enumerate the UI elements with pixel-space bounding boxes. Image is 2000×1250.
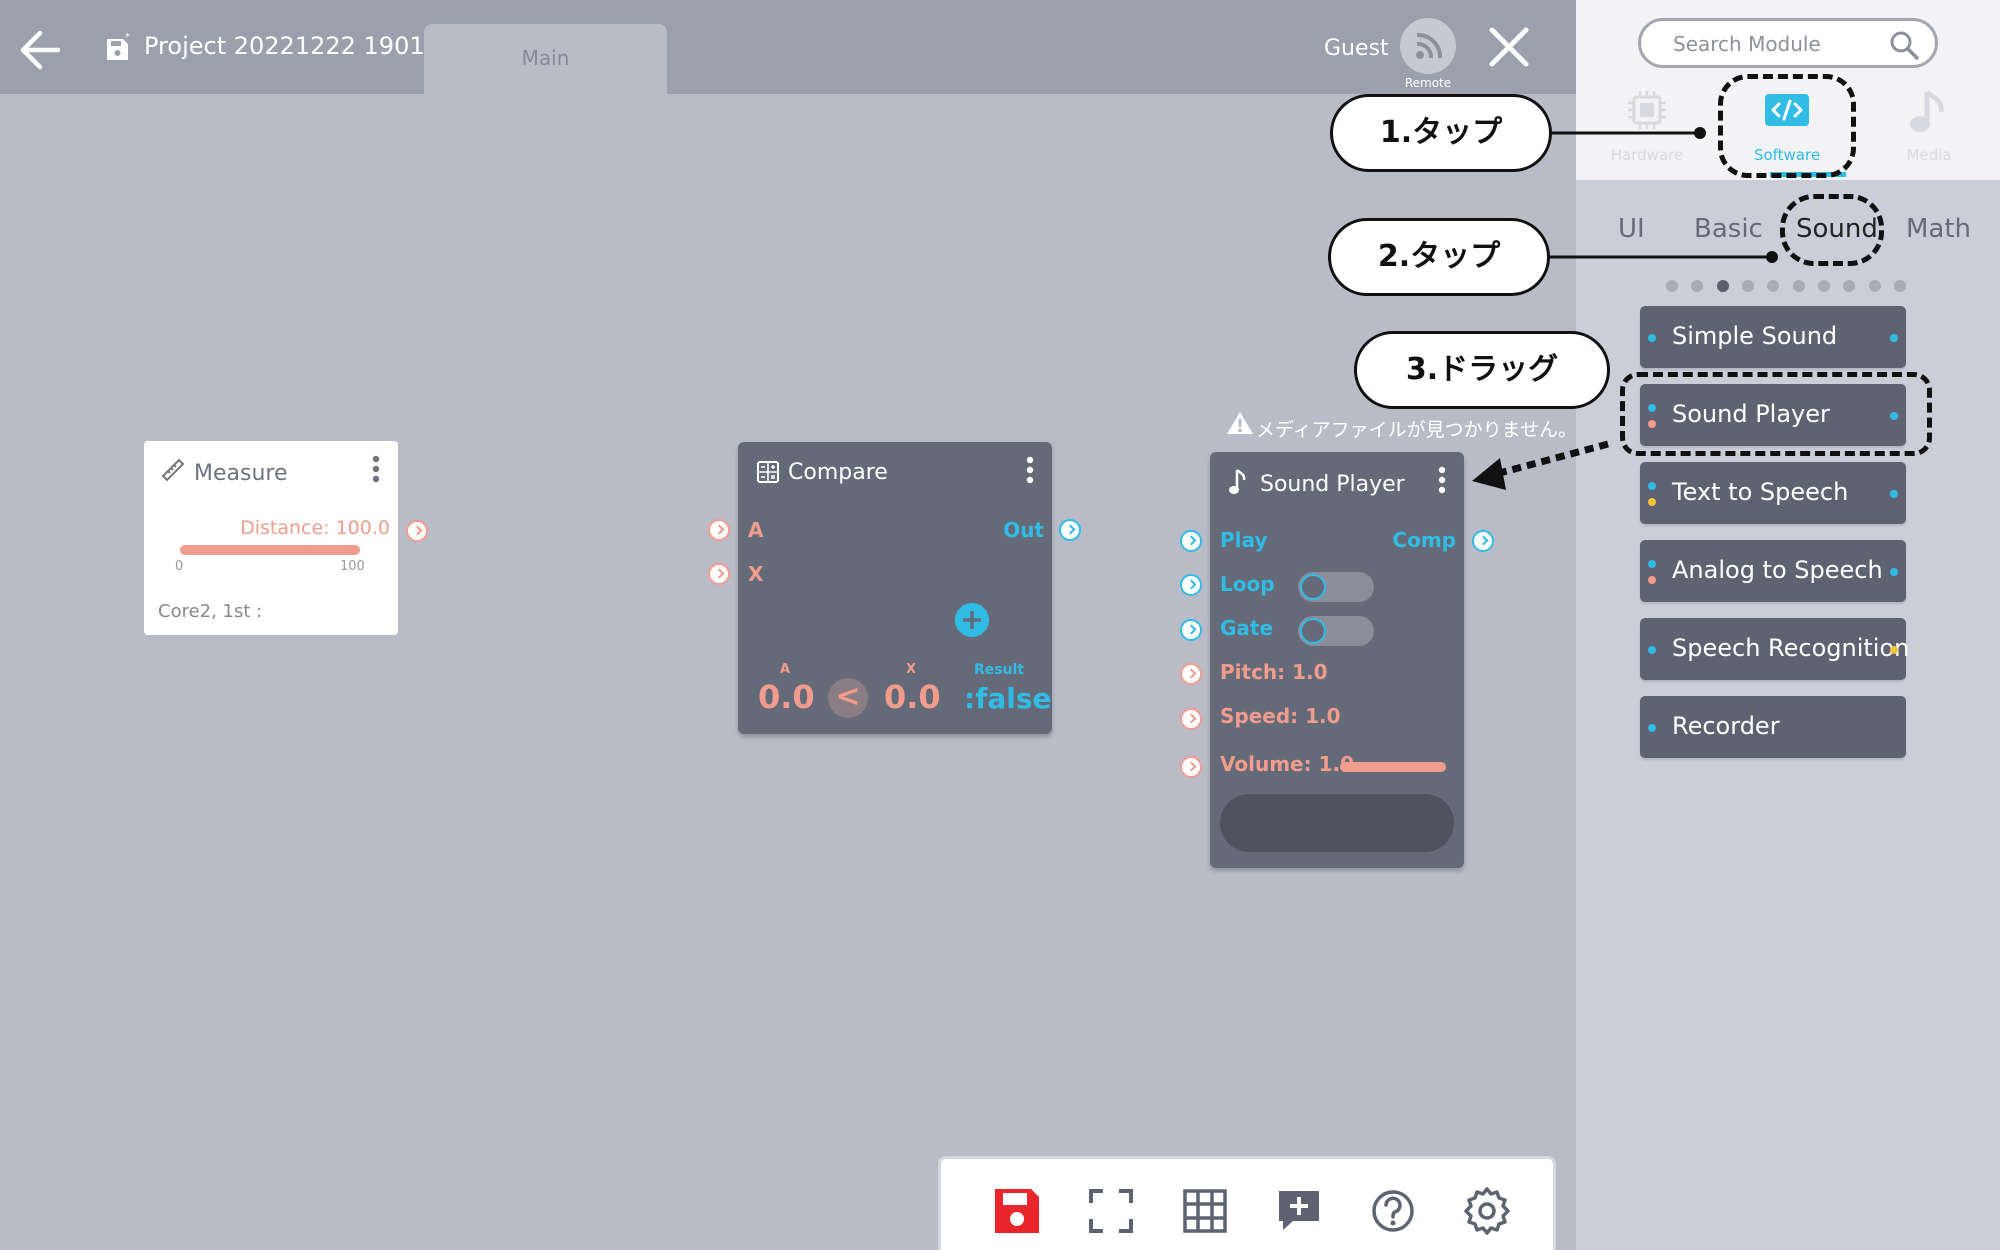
annotation-connectors [1472,127,1778,490]
callout-step-2: 2.タップ [1328,218,1550,296]
highlight-sound-player-module [1620,372,1932,456]
callout-step-3: 3.ドラッグ [1354,331,1610,409]
highlight-sound-subtab [1780,194,1884,266]
highlight-software-tab [1718,74,1856,178]
callout-step-1: 1.タップ [1330,94,1552,172]
